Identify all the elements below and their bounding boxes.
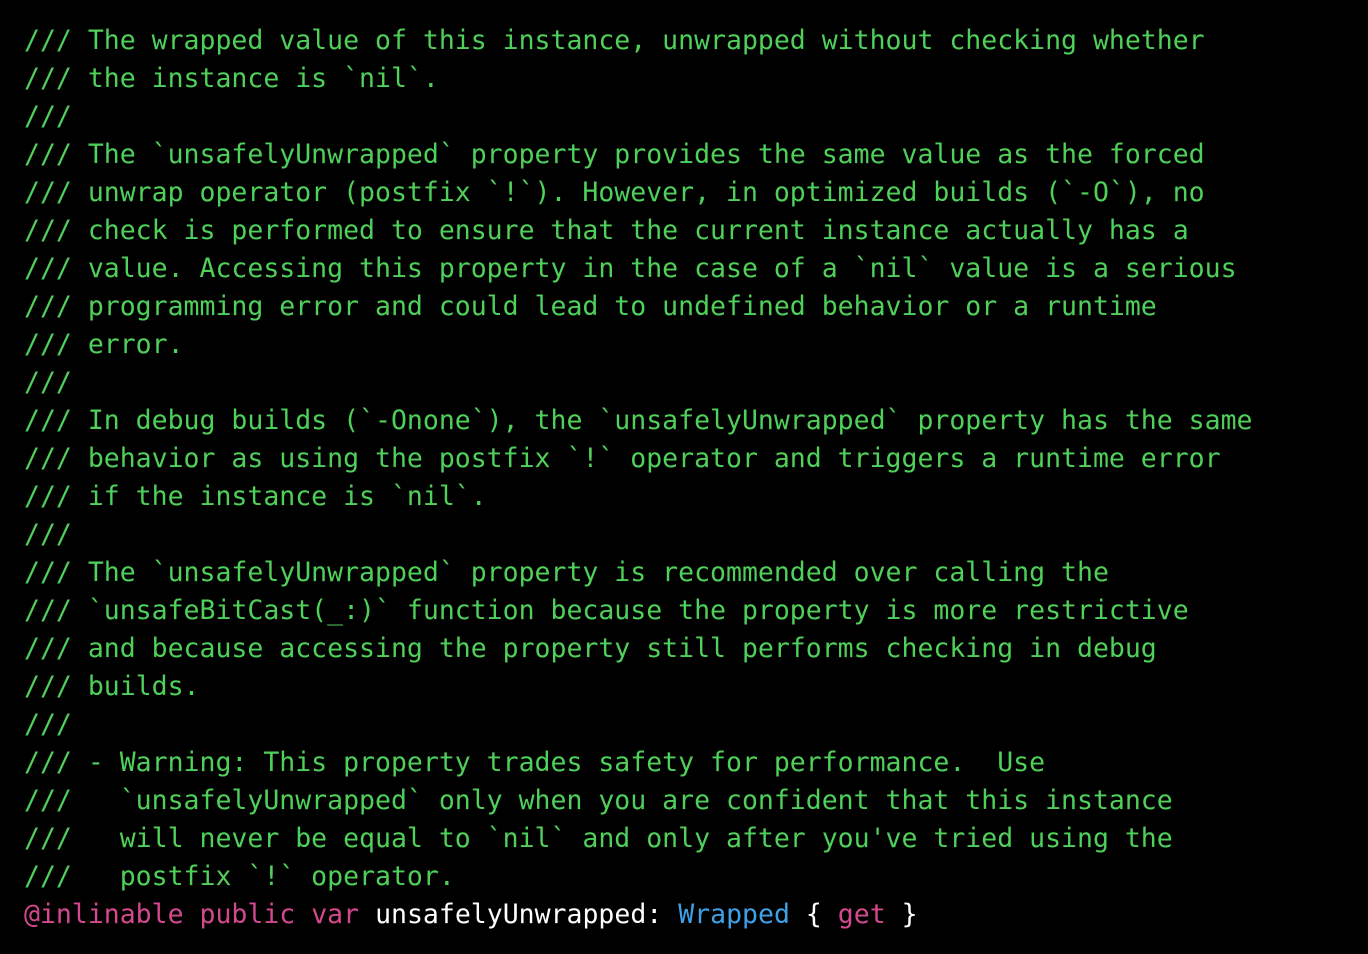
doc-comment-block: /// The wrapped value of this instance, … (24, 22, 1360, 896)
var-keyword: var (311, 899, 360, 930)
comment-line: /// (24, 101, 72, 132)
comment-line: /// `unsafelyUnwrapped` only when you ar… (24, 785, 1173, 816)
comment-line: /// builds. (24, 671, 200, 702)
type-name: Wrapped (678, 899, 790, 930)
comment-line: /// behavior as using the postfix `!` op… (24, 443, 1221, 474)
comment-line: /// will never be equal to `nil` and onl… (24, 823, 1173, 854)
comment-line: /// (24, 519, 72, 550)
comment-line: /// error. (24, 329, 184, 360)
comment-line: /// `unsafeBitCast(_:)` function because… (24, 595, 1189, 626)
code-editor[interactable]: /// The wrapped value of this instance, … (24, 22, 1360, 934)
comment-line: /// - Warning: This property trades safe… (24, 747, 1046, 778)
comment-line: /// check is performed to ensure that th… (24, 215, 1189, 246)
comment-line: /// value. Accessing this property in th… (24, 253, 1237, 284)
comment-line: /// unwrap operator (postfix `!`). Howev… (24, 177, 1205, 208)
public-keyword: public (199, 899, 296, 930)
inlinable-attribute: @inlinable (24, 899, 184, 930)
comment-line: /// In debug builds (`-Onone`), the `uns… (24, 405, 1253, 436)
comment-line: /// and because accessing the property s… (24, 633, 1157, 664)
comment-line: /// (24, 367, 72, 398)
open-brace: { (789, 899, 838, 930)
comment-line: /// The `unsafelyUnwrapped` property is … (24, 557, 1109, 588)
comment-line: /// if the instance is `nil`. (24, 481, 487, 512)
get-keyword: get (837, 899, 886, 930)
comment-line: /// The `unsafelyUnwrapped` property pro… (24, 139, 1205, 170)
type-colon: : (646, 899, 679, 930)
close-brace: } (885, 899, 918, 930)
comment-line: /// The wrapped value of this instance, … (24, 25, 1205, 56)
comment-line: /// (24, 709, 72, 740)
property-name: unsafelyUnwrapped (375, 899, 647, 930)
comment-line: /// postfix `!` operator. (24, 861, 455, 892)
comment-line: /// the instance is `nil`. (24, 63, 439, 94)
property-declaration-line: @inlinable public var unsafelyUnwrapped:… (24, 896, 1360, 934)
comment-line: /// programming error and could lead to … (24, 291, 1157, 322)
